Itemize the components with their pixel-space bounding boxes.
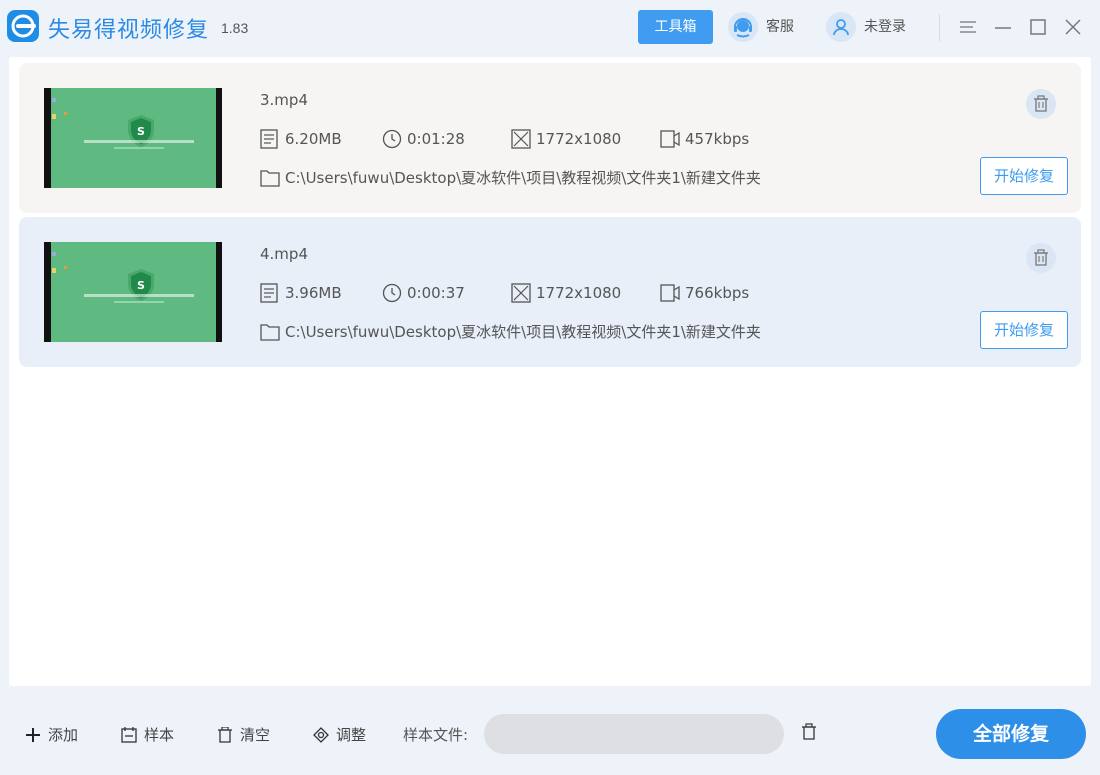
menu-icon[interactable] (957, 16, 979, 38)
support-button[interactable]: 客服 (728, 12, 800, 42)
repair-all-button[interactable]: 全部修复 (936, 709, 1086, 759)
start-repair-button[interactable]: 开始修复 (980, 311, 1068, 349)
maximize-icon[interactable] (1027, 16, 1049, 38)
video-thumbnail: S (44, 242, 222, 342)
target-icon (313, 727, 329, 743)
toolbox-button[interactable]: 工具箱 (638, 10, 713, 44)
support-label: 客服 (766, 19, 794, 35)
file-size-value: 6.20MB (285, 130, 342, 148)
video-thumbnail: S (44, 88, 222, 188)
sample-button-label: 样本 (144, 726, 175, 744)
clock-icon (382, 283, 402, 303)
file-duration-value: 0:00:37 (407, 284, 465, 302)
clock-icon (382, 129, 402, 149)
file-list-panel: S 3.mp4 6.20MB 0:01:28 1772x1080 457kbps… (9, 57, 1091, 686)
file-path-value: C:\Users\fuwu\Desktop\夏冰软件\项目\教程视频\文件夹1\… (285, 169, 761, 187)
delete-file-button[interactable] (1026, 89, 1056, 119)
file-bitrate-value: 457kbps (685, 130, 750, 148)
app-version: 1.83 (221, 20, 249, 36)
folder-icon (260, 170, 280, 187)
add-label: 添加 (48, 726, 79, 744)
resolution-icon (511, 129, 531, 149)
sample-file-input[interactable] (484, 714, 784, 754)
login-label: 未登录 (864, 19, 906, 35)
start-repair-button[interactable]: 开始修复 (980, 157, 1068, 195)
user-icon (826, 12, 856, 42)
document-icon (260, 129, 278, 149)
header-divider (939, 14, 940, 41)
resolution-icon (511, 283, 531, 303)
svg-text:S: S (137, 279, 145, 292)
adjust-button[interactable]: 调整 (313, 724, 373, 746)
video-camera-icon (660, 130, 680, 148)
sample-button[interactable]: 样本 (121, 724, 181, 746)
video-camera-icon (660, 284, 680, 302)
close-icon[interactable] (1062, 16, 1084, 38)
folder-icon (260, 324, 280, 341)
plus-icon (26, 728, 40, 742)
trash-icon (218, 727, 232, 743)
app-title: 失易得视频修复 (48, 18, 210, 43)
trash-icon (802, 723, 816, 740)
app-logo-icon (7, 10, 39, 42)
clear-button[interactable]: 清空 (218, 724, 278, 746)
svg-text:S: S (137, 125, 145, 138)
file-size-value: 3.96MB (285, 284, 342, 302)
file-card[interactable]: S 4.mp4 3.96MB 0:00:37 1772x1080 766kbps… (19, 217, 1081, 367)
file-duration-value: 0:01:28 (407, 130, 465, 148)
minimize-icon[interactable] (992, 16, 1014, 38)
trash-icon (1034, 95, 1048, 112)
bottom-toolbar: 添加 样本 清空 调整 样本文件: 全部修复 (0, 690, 1100, 775)
file-name: 3.mp4 (260, 91, 308, 109)
file-bitrate-value: 766kbps (685, 284, 750, 302)
calendar-icon (121, 727, 137, 743)
title-bar: 失易得视频修复 1.83 工具箱 客服 未登录 (0, 0, 1100, 56)
file-resolution-value: 1772x1080 (536, 130, 622, 148)
add-button[interactable]: 添加 (25, 724, 85, 746)
sample-file-delete-button[interactable] (801, 723, 821, 745)
sample-file-label: 样本文件: (403, 726, 469, 744)
adjust-label: 调整 (336, 726, 367, 744)
clear-label: 清空 (240, 726, 271, 744)
delete-file-button[interactable] (1026, 243, 1056, 273)
login-button[interactable]: 未登录 (826, 12, 914, 42)
file-path-value: C:\Users\fuwu\Desktop\夏冰软件\项目\教程视频\文件夹1\… (285, 323, 761, 341)
headset-icon (728, 12, 758, 42)
file-card[interactable]: S 3.mp4 6.20MB 0:01:28 1772x1080 457kbps… (19, 63, 1081, 213)
document-icon (260, 283, 278, 303)
file-name: 4.mp4 (260, 245, 308, 263)
file-resolution-value: 1772x1080 (536, 284, 622, 302)
trash-icon (1034, 249, 1048, 266)
